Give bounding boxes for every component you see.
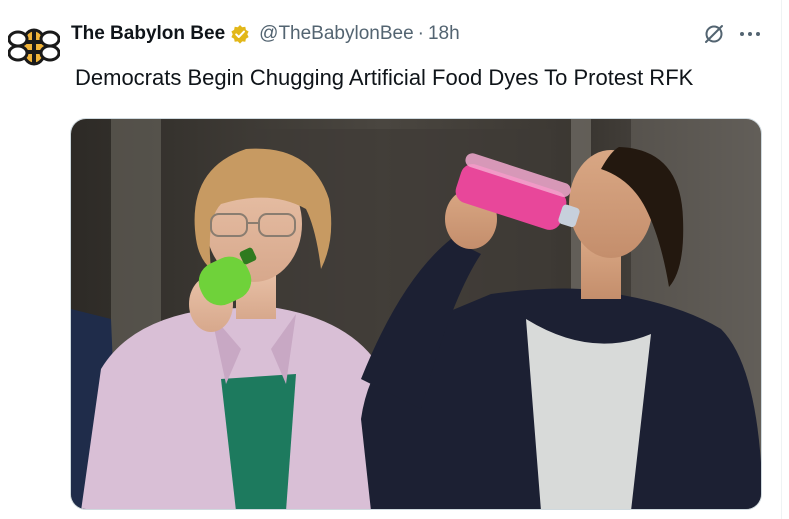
verified-gold-badge-icon[interactable] [230,24,250,44]
user-handle[interactable]: @TheBabylonBee [259,23,414,45]
bee-logo-icon[interactable] [6,18,62,74]
grok-icon[interactable] [702,22,726,46]
timestamp[interactable]: 18h [428,23,460,45]
tweet-card[interactable]: The Babylon Bee @TheBabylonBee · 18h Dem… [0,0,789,519]
tweet-text: Democrats Begin Chugging Artificial Food… [75,65,694,90]
display-name[interactable]: The Babylon Bee [71,23,225,45]
separator-dot: · [417,23,424,44]
column-divider [781,0,782,519]
tweet-photo[interactable] [70,118,762,510]
tweet-header: The Babylon Bee @TheBabylonBee · 18h [71,22,460,46]
more-options-icon[interactable] [737,24,763,44]
